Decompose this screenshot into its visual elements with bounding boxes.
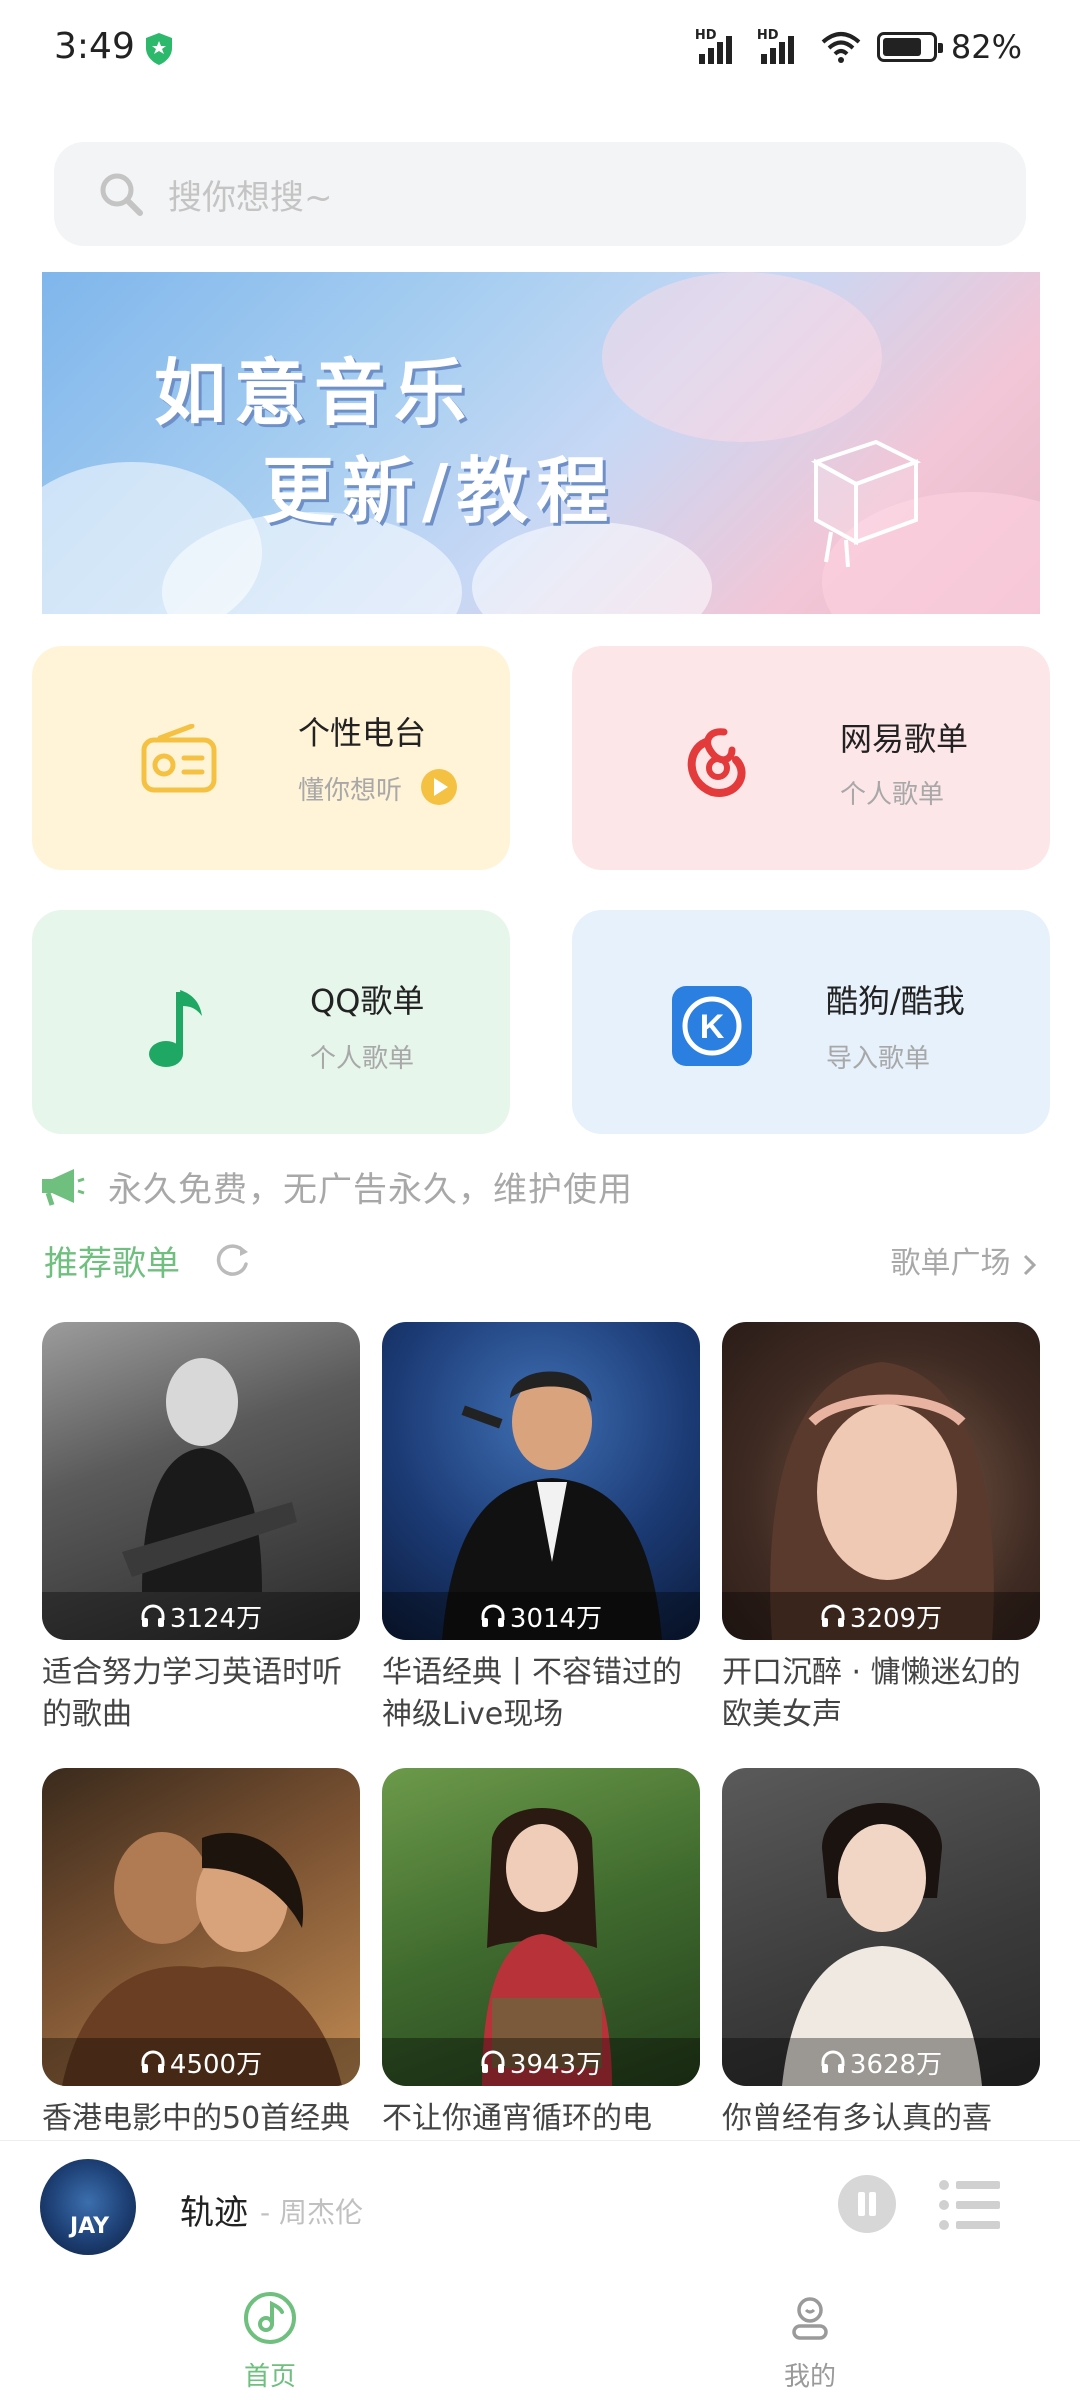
play-count: 3943万 <box>382 2038 700 2086</box>
playlist-name: 开口沉醉 · 慵懒迷幻的欧美女声 <box>722 1655 1021 1732</box>
user-icon <box>792 2297 828 2340</box>
play-circle-icon[interactable] <box>420 768 458 806</box>
playlist-tile[interactable]: 3124万 适合努力学习英语时听的歌曲 <box>42 1322 360 1736</box>
headphones-icon <box>481 2050 505 2073</box>
svg-text:K: K <box>700 1008 725 1046</box>
play-count-value: 3943万 <box>509 2049 603 2080</box>
card-kugou-subtitle: 导入歌单 <box>826 1044 931 1074</box>
search-icon <box>100 173 143 216</box>
card-netease-title: 网易歌单 <box>840 720 969 758</box>
playlist-name: 香港电影中的50首经典 <box>42 2101 351 2136</box>
headphones-icon <box>141 1604 165 1627</box>
playlist-name: 你曾经有多认真的喜 <box>722 2101 992 2136</box>
playlist-cover[interactable]: 3014万 <box>382 1322 700 1640</box>
megaphone-icon <box>42 1168 85 1206</box>
now-playing-title: 轨迹 <box>180 2193 248 2233</box>
playlist-cover[interactable]: 3943万 <box>382 1768 700 2086</box>
section-title: 推荐歌单 <box>44 1244 180 1284</box>
playlist-tile[interactable]: 3209万 开口沉醉 · 慵懒迷幻的欧美女声 <box>722 1322 1040 1736</box>
promo-banner[interactable]: 如意音乐 更新/教程 <box>42 272 1040 614</box>
play-count: 4500万 <box>42 2038 360 2086</box>
refresh-icon[interactable] <box>212 1240 252 1280</box>
battery-icon <box>876 32 943 62</box>
cube-mascot-icon <box>811 439 922 568</box>
chevron-right-icon <box>1023 1254 1037 1275</box>
now-playing-cover[interactable]: JAY <box>40 2159 136 2255</box>
netease-music-icon <box>687 728 746 797</box>
card-netease-subtitle: 个人歌单 <box>840 780 945 810</box>
kugou-icon: K <box>672 986 752 1066</box>
play-count-value: 3014万 <box>509 1603 603 1634</box>
playlist-cover[interactable]: 3209万 <box>722 1322 1040 1640</box>
mini-player[interactable]: JAY 轨迹 - 周杰伦 <box>0 2140 1080 2270</box>
card-netease[interactable]: 网易歌单 个人歌单 <box>572 646 1050 870</box>
search-bar[interactable]: 搜你想搜~ <box>54 142 1026 246</box>
battery-percent: 82% <box>950 28 1022 66</box>
status-time: 3:49 <box>54 26 135 67</box>
play-count-value: 3209万 <box>849 1603 943 1634</box>
tab-mine-label: 我的 <box>783 2362 836 2392</box>
cover-caption: JAY <box>70 2214 110 2239</box>
qq-music-note-icon <box>149 990 202 1067</box>
headphones-icon <box>821 2050 845 2073</box>
banner-title-line2: 更新/教程 <box>262 449 617 533</box>
notice-bar: 永久免费，无广告永久，维护使用 <box>40 1162 633 1211</box>
signal-icon-2: HD <box>757 28 805 64</box>
playlist-cover[interactable]: 3124万 <box>42 1322 360 1640</box>
card-qq[interactable]: QQ歌单 个人歌单 <box>32 910 510 1134</box>
radio-icon <box>141 724 217 793</box>
tab-home[interactable]: 首页 <box>170 2290 370 2393</box>
card-qq-subtitle: 个人歌单 <box>310 1044 415 1074</box>
card-kugou-title: 酷狗/酷我 <box>826 982 965 1020</box>
play-count-value: 3628万 <box>849 2049 943 2080</box>
playlist-queue-icon[interactable] <box>938 2177 1002 2233</box>
now-playing-artist: - 周杰伦 <box>260 2196 364 2229</box>
playlist-name: 适合努力学习英语时听的歌曲 <box>42 1655 342 1732</box>
play-count: 3209万 <box>722 1592 1040 1640</box>
playlist-tile[interactable]: 3014万 华语经典丨不容错过的神级Live现场 <box>382 1322 700 1736</box>
playlist-plaza-label: 歌单广场 <box>890 1246 1011 1281</box>
shield-icon <box>146 33 172 65</box>
play-count-value: 4500万 <box>169 2049 263 2080</box>
signal-icon: HD <box>695 28 743 64</box>
playlist-cover[interactable]: 3628万 <box>722 1768 1040 2086</box>
playlist-cover[interactable]: 4500万 <box>42 1768 360 2086</box>
play-count: 3628万 <box>722 2038 1040 2086</box>
card-radio-subtitle: 懂你想听 <box>298 776 403 806</box>
recommend-header: 推荐歌单 歌单广场 <box>44 1232 1040 1288</box>
play-count: 3014万 <box>382 1592 700 1640</box>
headphones-icon <box>481 1604 505 1627</box>
card-qq-title: QQ歌单 <box>310 982 425 1020</box>
card-kugou[interactable]: K 酷狗/酷我 导入歌单 <box>572 910 1050 1134</box>
search-placeholder: 搜你想搜~ <box>168 177 333 218</box>
cover-figure <box>122 1358 297 1592</box>
play-count-value: 3124万 <box>169 1603 263 1634</box>
wifi-icon <box>821 32 861 63</box>
bottom-tab-bar: 首页 我的 <box>0 2270 1080 2400</box>
card-radio[interactable]: 个性电台 懂你想听 <box>32 646 510 870</box>
status-icons: HD HD 82% <box>695 28 1022 66</box>
card-radio-title: 个性电台 <box>298 714 427 752</box>
headphones-icon <box>141 2050 165 2073</box>
playlist-name: 华语经典丨不容错过的神级Live现场 <box>382 1655 682 1732</box>
tab-home-label: 首页 <box>243 2362 296 2392</box>
banner-title-line1: 如意音乐 <box>154 351 475 435</box>
playlist-tile[interactable]: 4500万 香港电影中的50首经典 <box>42 1768 360 2140</box>
tab-mine[interactable]: 我的 <box>710 2290 910 2393</box>
playlist-name: 不让你通宵循环的电 <box>382 2101 652 2136</box>
playlist-tile[interactable]: 3943万 不让你通宵循环的电 <box>382 1768 700 2140</box>
pause-button[interactable] <box>838 2175 896 2233</box>
music-disc-icon <box>244 2292 296 2344</box>
notice-text: 永久免费，无广告永久，维护使用 <box>108 1170 633 1210</box>
playlist-tile[interactable]: 3628万 你曾经有多认真的喜 <box>722 1768 1040 2140</box>
playlist-plaza-link[interactable]: 歌单广场 <box>890 1238 1040 1282</box>
play-count: 3124万 <box>42 1592 360 1640</box>
headphones-icon <box>821 1604 845 1627</box>
status-bar: 3:49 HD HD 82% <box>0 0 1080 100</box>
